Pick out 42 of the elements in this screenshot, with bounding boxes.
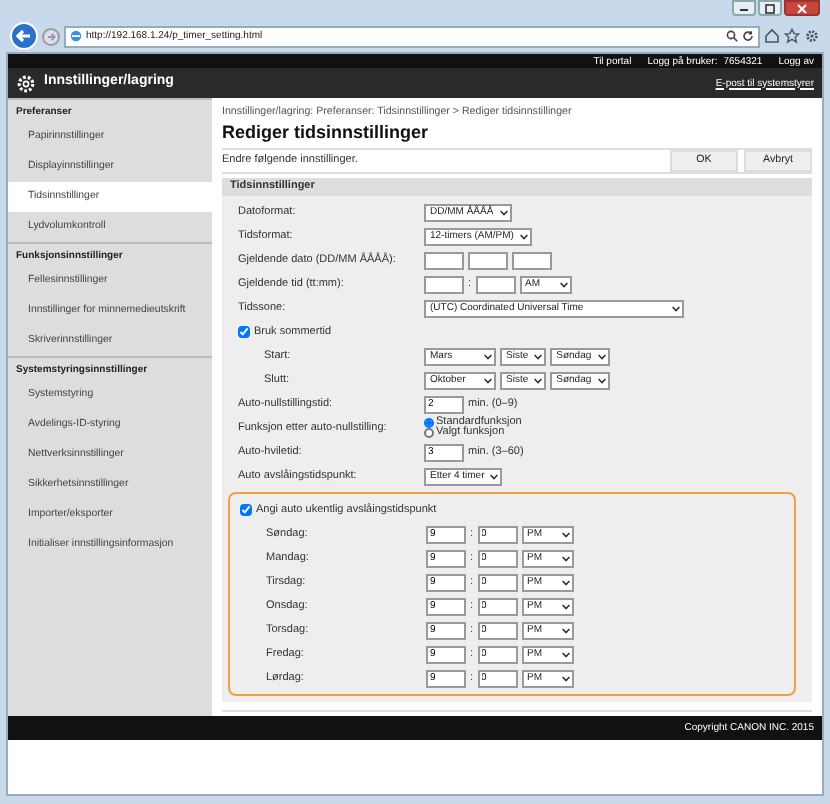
chevron-icon [561, 555, 570, 562]
year-field[interactable] [512, 251, 552, 270]
chevron-icon [672, 305, 680, 312]
radio-button[interactable] [424, 417, 434, 428]
day-field[interactable] [424, 251, 464, 270]
month-field[interactable] [468, 251, 508, 270]
page-title: Rediger tidsinnstillinger [222, 122, 431, 145]
chevron-icon [499, 209, 508, 216]
chevron-icon [490, 473, 499, 480]
checkbox[interactable] [240, 504, 252, 517]
chevron-icon [561, 603, 570, 610]
settings-icon[interactable] [804, 28, 820, 44]
checkbox[interactable] [238, 326, 250, 339]
close-icon [796, 3, 808, 13]
chevron-icon [534, 353, 543, 360]
chevron-icon [561, 627, 570, 634]
page-icon [70, 30, 82, 42]
chevron-icon [534, 377, 543, 384]
chevron-icon [484, 353, 492, 360]
chevron-icon [559, 281, 568, 288]
minimize-button[interactable] [732, 0, 756, 16]
chevron-icon [519, 233, 528, 240]
settings-icon [16, 73, 36, 93]
minute-field[interactable] [475, 275, 516, 294]
chevron-icon [561, 651, 570, 658]
minimize-icon [738, 4, 750, 12]
chevron-icon [561, 579, 570, 586]
close-button[interactable] [784, 0, 820, 16]
hour-field[interactable] [424, 275, 464, 294]
home-icon[interactable] [764, 28, 780, 44]
maximize-icon [764, 3, 776, 13]
chevron-icon [561, 531, 570, 538]
search-icon[interactable] [726, 30, 738, 42]
maximize-button[interactable] [758, 0, 782, 16]
chevron-icon [597, 377, 606, 384]
radio-button[interactable] [424, 428, 434, 439]
chevron-icon [561, 675, 570, 682]
chevron-icon [484, 377, 492, 384]
star-icon[interactable] [784, 28, 800, 44]
refresh-icon[interactable] [742, 30, 754, 42]
back-icon[interactable] [10, 22, 38, 50]
chevron-icon [597, 353, 606, 360]
